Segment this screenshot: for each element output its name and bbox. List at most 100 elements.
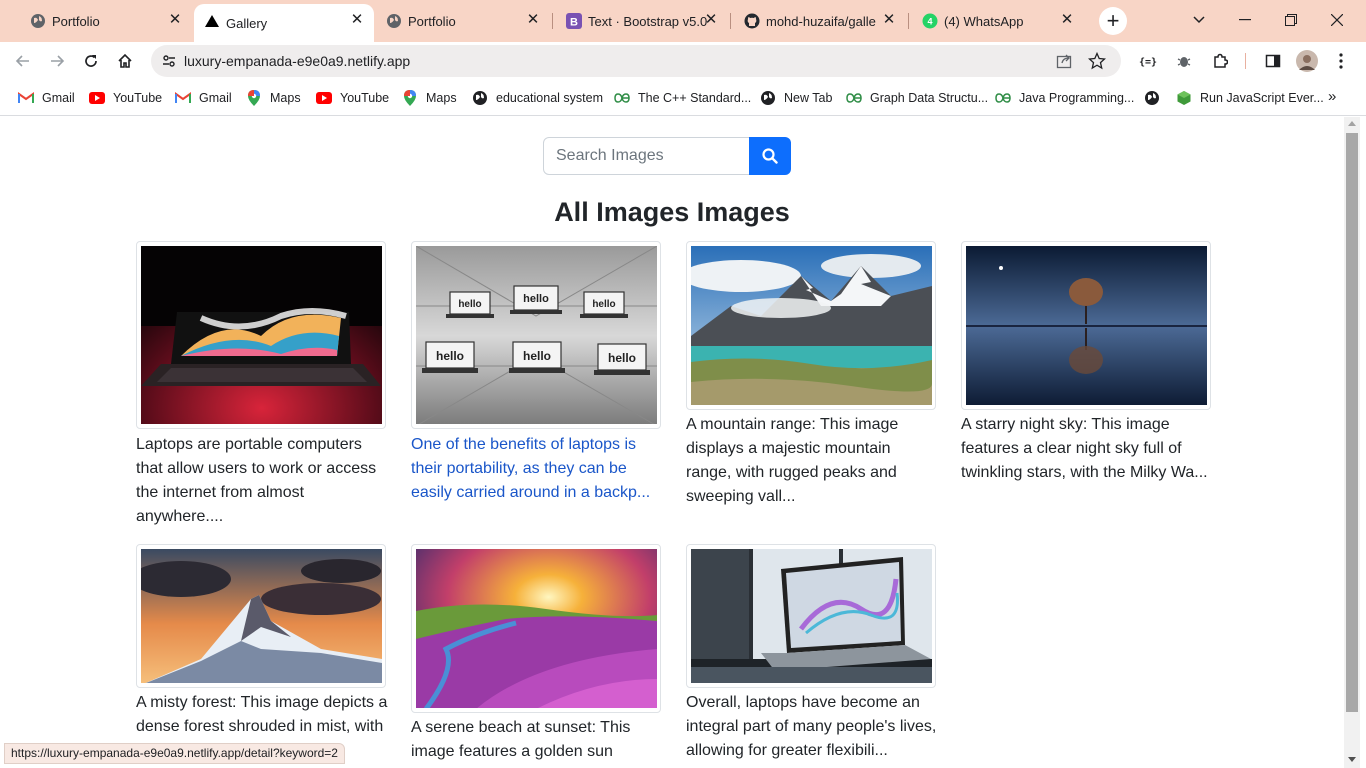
bookmark-java-programming[interactable]: Java Programming... <box>995 89 1134 107</box>
github-icon <box>744 13 760 29</box>
bookmarks-overflow-icon[interactable]: » <box>1328 88 1336 105</box>
globe-icon <box>472 90 488 106</box>
search-input[interactable] <box>543 137 750 175</box>
card-thumbnail[interactable]: hello hello hello hello hello hello <box>411 241 661 429</box>
extensions-puzzle-icon[interactable] <box>1208 49 1232 73</box>
close-icon[interactable]: ✕ <box>880 11 898 29</box>
bookmark-graph-data[interactable]: Graph Data Structu... <box>846 89 988 107</box>
link-status-bar: https://luxury-empanada-e9e0a9.netlify.a… <box>4 743 345 764</box>
svg-text:B: B <box>570 17 578 29</box>
tab-title: (4) WhatsApp <box>944 13 1024 29</box>
card-thumbnail[interactable] <box>961 241 1211 410</box>
card-caption: A misty forest: This image depicts a den… <box>136 694 388 735</box>
new-tab-button[interactable]: + <box>1099 7 1127 35</box>
laptops-hello-grid-image: hello hello hello hello hello hello <box>416 246 657 424</box>
page-content: All Images Images <box>0 117 1344 768</box>
card-thumbnail[interactable] <box>686 241 936 410</box>
bookmarks-bar: Gmail YouTube Gmail Maps YouTube Maps ed… <box>0 80 1366 116</box>
gfg-icon <box>846 90 862 106</box>
minimize-icon[interactable] <box>1230 8 1260 32</box>
bookmark-label: Java Programming... <box>1019 91 1135 105</box>
restore-icon[interactable] <box>1276 8 1306 32</box>
gfg-icon <box>995 90 1011 106</box>
bookmark-youtube[interactable]: YouTube <box>316 89 389 107</box>
globe-icon <box>30 13 46 29</box>
close-icon[interactable]: ✕ <box>524 11 542 29</box>
forward-icon[interactable] <box>45 49 69 73</box>
tab-github[interactable]: mohd-huzaifa/galle ✕ <box>734 6 906 36</box>
menu-kebab-icon[interactable] <box>1329 49 1353 73</box>
search-button[interactable] <box>749 137 791 175</box>
page-scrollbar[interactable] <box>1344 117 1360 768</box>
scroll-thumb[interactable] <box>1346 133 1358 712</box>
svg-text:{=}: {=} <box>1139 57 1157 68</box>
tab-gallery[interactable]: Gallery ✕ <box>194 4 374 42</box>
youtube-icon <box>316 90 332 106</box>
bookmark-maps[interactable]: Maps <box>402 89 457 107</box>
close-window-icon[interactable] <box>1322 8 1352 32</box>
bookmark-label: educational system <box>496 91 604 105</box>
bookmark-cpp-standard[interactable]: The C++ Standard... <box>614 89 751 107</box>
card-caption-link[interactable]: One of the benefits of laptops is their … <box>411 433 663 505</box>
tab-bootstrap[interactable]: B Text · Bootstrap v5.0 ✕ <box>556 6 728 36</box>
tab-title: Gallery <box>226 15 268 31</box>
bookmark-star-icon[interactable] <box>1087 51 1107 75</box>
address-bar[interactable]: luxury-empanada-e9e0a9.netlify.app <box>151 45 1121 77</box>
bookmark-educational-system[interactable]: educational system <box>472 89 603 107</box>
tab-search-icon[interactable] <box>1184 8 1214 32</box>
maps-icon <box>402 90 418 106</box>
profile-avatar[interactable] <box>1295 49 1319 73</box>
card-thumbnail[interactable] <box>136 544 386 688</box>
side-panel-icon[interactable] <box>1261 49 1285 73</box>
vercel-triangle-icon <box>204 13 220 29</box>
share-icon[interactable] <box>1056 53 1072 74</box>
site-settings-icon[interactable] <box>161 53 177 74</box>
close-icon[interactable]: ✕ <box>348 11 366 29</box>
globe-icon <box>760 90 776 106</box>
tab-strip: Portfolio ✕ Gallery ✕ Portfolio ✕ B Text… <box>0 0 1366 42</box>
bookmark-runjs[interactable]: Run JavaScript Ever... <box>1176 89 1324 107</box>
bug-extension-icon[interactable] <box>1172 49 1196 73</box>
tab-title: Portfolio <box>52 13 100 29</box>
whatsapp-icon: 4 <box>922 13 938 29</box>
card-thumbnail[interactable] <box>411 544 661 713</box>
tab-title: Portfolio <box>408 13 456 29</box>
gmail-icon <box>18 90 34 106</box>
scroll-up-arrow-icon[interactable] <box>1348 121 1356 126</box>
close-icon[interactable]: ✕ <box>1058 11 1076 29</box>
close-icon[interactable]: ✕ <box>166 11 184 29</box>
tab-portfolio-1[interactable]: Portfolio ✕ <box>20 6 192 36</box>
bookmark-gmail[interactable]: Gmail <box>18 89 75 107</box>
card-caption: A serene beach at sunset: This image fea… <box>411 719 631 760</box>
reload-icon[interactable] <box>79 49 103 73</box>
tree-reflection-night-image <box>966 246 1207 405</box>
url-text: luxury-empanada-e9e0a9.netlify.app <box>184 53 411 69</box>
gmail-icon <box>175 90 191 106</box>
bookmark-youtube[interactable]: YouTube <box>89 89 162 107</box>
scroll-down-arrow-icon[interactable] <box>1348 757 1356 762</box>
tab-whatsapp[interactable]: 4 (4) WhatsApp ✕ <box>912 6 1084 36</box>
bookmark-gmail[interactable]: Gmail <box>175 89 232 107</box>
maps-icon <box>246 90 262 106</box>
youtube-icon <box>89 90 105 106</box>
flower-hill-sunrise-image <box>416 549 657 708</box>
tab-portfolio-2[interactable]: Portfolio ✕ <box>376 6 550 36</box>
bookmark-globe[interactable] <box>1144 89 1168 107</box>
tab-separator <box>908 13 909 29</box>
mountain-lake-image <box>691 246 932 405</box>
close-icon[interactable]: ✕ <box>702 11 720 29</box>
svg-text:hello: hello <box>523 293 549 305</box>
back-icon[interactable] <box>11 49 35 73</box>
bootstrap-icon: B <box>566 13 582 29</box>
card-thumbnail[interactable] <box>686 544 936 688</box>
home-icon[interactable] <box>113 49 137 73</box>
globe-icon <box>386 13 402 29</box>
bookmark-new-tab[interactable]: New Tab <box>760 89 832 107</box>
svg-text:hello: hello <box>436 349 464 363</box>
search-icon <box>762 148 778 164</box>
json-extension-icon[interactable]: {=} <box>1136 49 1160 73</box>
card-thumbnail[interactable] <box>136 241 386 429</box>
bookmark-label: New Tab <box>784 91 833 105</box>
bookmark-label: Gmail <box>199 91 232 105</box>
bookmark-maps[interactable]: Maps <box>246 89 301 107</box>
